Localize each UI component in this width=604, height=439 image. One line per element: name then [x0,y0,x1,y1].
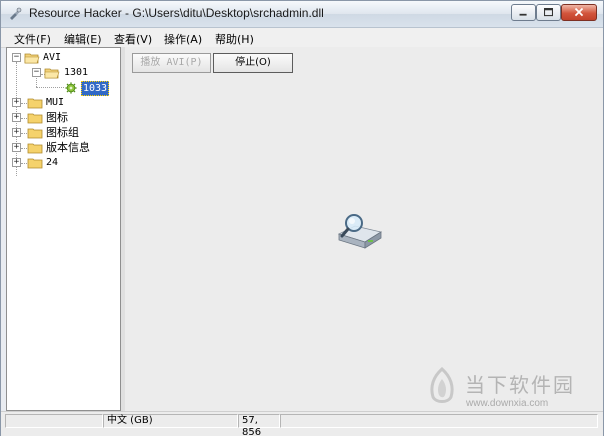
menu-view[interactable]: 查看(V) [114,31,152,47]
collapse-toggle[interactable]: − [32,68,41,77]
preview-pane: 播放 AVI(P) 停止(O) [125,47,603,411]
folder-icon [27,98,43,109]
status-cell-extra [280,414,598,428]
expand-toggle[interactable]: + [12,143,21,152]
close-button[interactable] [561,4,597,21]
watermark-brand: 当下软件园 [465,373,575,397]
status-bar: 中文 (GB) 57, 856 [1,411,603,438]
minimize-button[interactable] [511,4,536,21]
folder-icon [27,113,43,124]
menu-file[interactable]: 文件(F) [14,31,51,47]
disk-search-icon [337,214,383,249]
folder-icon [27,128,43,139]
expand-toggle[interactable]: + [12,113,21,122]
resource-hacker-window: Resource Hacker - G:\Users\ditu\Desktop\… [0,0,604,438]
folder-open-icon [44,68,60,79]
stop-button[interactable]: 停止(O) [213,53,293,73]
folder-icon [27,143,43,154]
tree-label-selected: 1033 [81,81,110,96]
resource-tree[interactable]: − AVI − 1301 1033 + MUI + 图标 + 图标组 + 版本信… [6,47,121,411]
watermark-logo [430,367,454,403]
tree-label: 24 [46,157,59,168]
tree-label: 1301 [64,67,89,78]
folder-icon [27,158,43,169]
tree-label: MUI [46,97,65,108]
title-separator: - [121,6,133,20]
close-icon [574,7,584,17]
menu-bar: 文件(F) 编辑(E) 查看(V) 操作(A) 帮助(H) [1,28,603,48]
status-cell-empty [5,414,103,428]
tree-label: AVI [43,52,62,63]
expand-toggle[interactable]: + [12,128,21,137]
resource-hacker-icon [10,7,22,20]
status-language: 中文 (GB) [103,414,238,428]
maximize-icon [544,8,553,17]
file-path: G:\Users\ditu\Desktop\srchadmin.dll [132,6,324,20]
tree-label: 图标 [46,111,68,124]
menu-help[interactable]: 帮助(H) [215,31,254,47]
app-name: Resource Hacker [29,6,122,20]
maximize-button[interactable] [536,4,561,21]
watermark-url: www.downxia.com [466,398,549,409]
tree-label: 版本信息 [46,141,90,154]
collapse-toggle[interactable]: − [12,53,21,62]
status-size: 57, 856 [238,414,280,438]
gear-icon [65,82,77,94]
expand-toggle[interactable]: + [12,158,21,167]
title-bar[interactable]: Resource Hacker - G:\Users\ditu\Desktop\… [1,1,603,28]
minimize-icon [519,13,527,16]
menu-action[interactable]: 操作(A) [164,31,202,47]
expand-toggle[interactable]: + [12,98,21,107]
tree-label: 图标组 [46,126,79,139]
menu-edit[interactable]: 编辑(E) [64,31,102,47]
window-title: Resource Hacker - G:\Users\ditu\Desktop\… [29,6,324,20]
folder-open-icon [24,53,40,64]
play-avi-button[interactable]: 播放 AVI(P) [132,53,211,73]
